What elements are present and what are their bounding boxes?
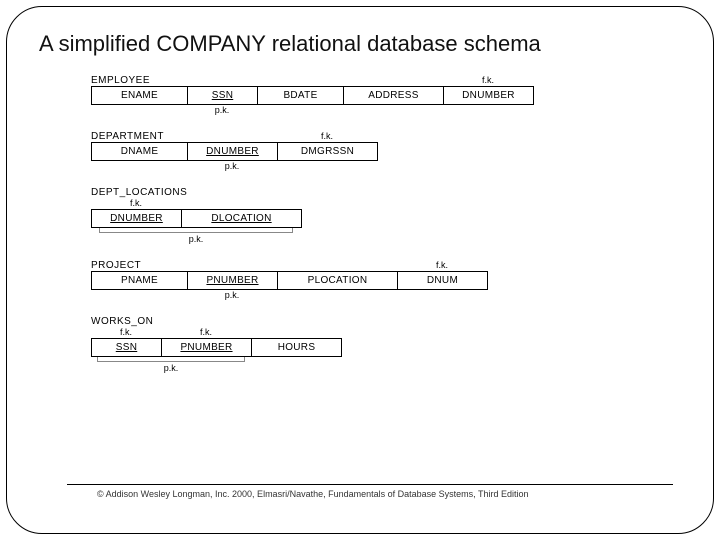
attr-ename: ENAME [92,86,188,105]
attr-pnumber: PNUMBER [188,271,278,290]
relation-name: EMPLOYEE [91,75,187,86]
attribute-row: DNUMBER DLOCATION [91,209,301,228]
attribute-row: SSN PNUMBER HOURS [91,338,341,357]
fk-label: f.k. [277,131,377,142]
relation-name: DEPT_LOCATIONS [91,187,197,198]
attr-pnumber: PNUMBER [162,338,252,357]
relation-department: DEPARTMENT f.k. DNAME DNUMBER DMGRSSN p.… [91,131,665,173]
attribute-row: DNAME DNUMBER DMGRSSN [91,142,665,161]
attr-dnumber: DNUMBER [92,209,182,228]
footer-divider [67,484,673,485]
attr-dnumber: DNUMBER [188,142,278,161]
attr-pname: PNAME [92,271,188,290]
fk-label: f.k. [161,327,251,338]
attr-ssn: SSN [188,86,258,105]
pk-label: p.k. [187,161,277,171]
fk-label: f.k. [91,198,181,209]
relation-dept-locations: DEPT_LOCATIONS f.k. DNUMBER DLOCATION p.… [91,187,665,246]
relation-name: WORKS_ON [91,316,161,327]
slide-title: A simplified COMPANY relational database… [39,31,685,57]
footer-copyright: © Addison Wesley Longman, Inc. 2000, Elm… [97,489,529,499]
attr-ssn: SSN [92,338,162,357]
attr-dnumber: DNUMBER [444,86,534,105]
attr-dname: DNAME [92,142,188,161]
attr-address: ADDRESS [344,86,444,105]
fk-label: f.k. [91,327,161,338]
relation-name: DEPARTMENT [91,131,187,142]
schema-area: EMPLOYEE f.k. ENAME SSN BDATE ADDRESS DN… [91,75,665,375]
slide-frame: A simplified COMPANY relational database… [6,6,714,534]
fk-label: f.k. [443,75,533,86]
attribute-row: PNAME PNUMBER PLOCATION DNUM [91,271,665,290]
relation-name: PROJECT [91,260,187,271]
relation-project: PROJECT f.k. PNAME PNUMBER PLOCATION DNU… [91,260,665,302]
fk-label: f.k. [397,260,487,271]
pk-label: p.k. [187,105,257,115]
relation-works-on: WORKS_ON f.k. f.k. SSN PNUMBER HOURS p.k… [91,316,665,375]
attr-dmgrssn: DMGRSSN [278,142,378,161]
pk-label: p.k. [187,290,277,300]
attr-hours: HOURS [252,338,342,357]
attr-dlocation: DLOCATION [182,209,302,228]
relation-employee: EMPLOYEE f.k. ENAME SSN BDATE ADDRESS DN… [91,75,665,117]
attr-bdate: BDATE [258,86,344,105]
attr-dnum: DNUM [398,271,488,290]
pk-label: p.k. [91,234,301,244]
attr-plocation: PLOCATION [278,271,398,290]
pk-label: p.k. [91,363,251,373]
attribute-row: ENAME SSN BDATE ADDRESS DNUMBER [91,86,665,105]
